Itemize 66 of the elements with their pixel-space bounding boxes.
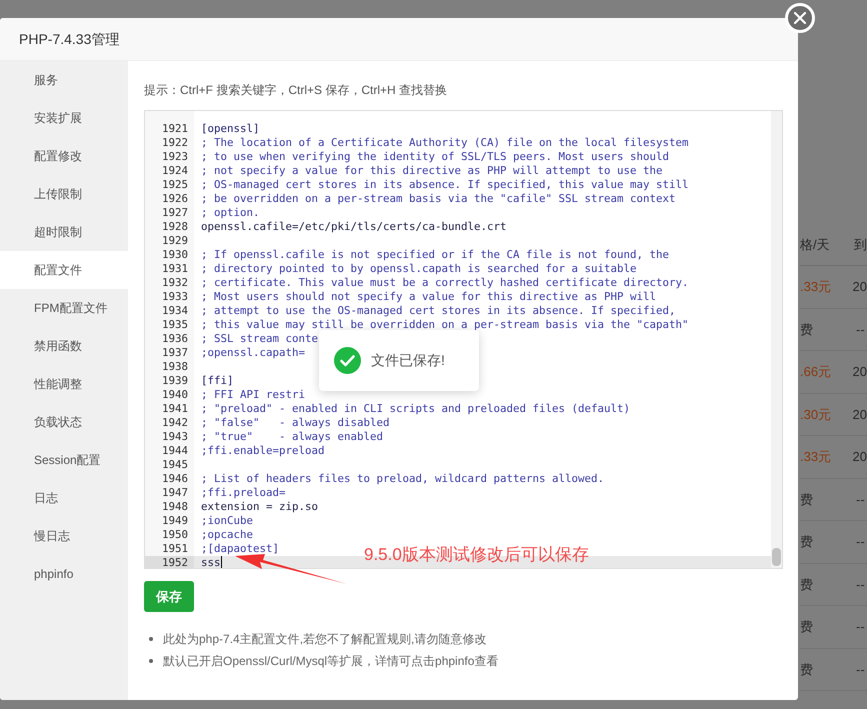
code-line: ; not specify a value for this directive as PHP will attempt to use the (200, 164, 663, 178)
table-cell-text: -- (856, 618, 865, 636)
code-line: openssl.cafile=/etc/pki/tls/certs/ca-bundle.crt (200, 220, 507, 234)
table-cell-text: 20 (852, 406, 867, 424)
close-button[interactable] (785, 3, 815, 33)
bullet-icon (149, 659, 153, 663)
code-line: ; Most users should not specify a value for this directive as PHP will (200, 290, 656, 304)
code-line: [openssl] (200, 122, 260, 136)
code-line: ; this value may still be overridden on a per-stream basis via the "capath" (200, 318, 689, 332)
code-line: ;[dapaotest] (200, 542, 280, 556)
column-header: 到 (854, 236, 867, 254)
code-line: ; List of headers files to preload, wildcard patterns allowed. (200, 472, 604, 486)
hint-text: 提示：Ctrl+F 搜索关键字，Ctrl+S 保存，Ctrl+H 查找替换 (144, 82, 448, 99)
code-line: ; attempt to use the OS-managed cert stores in its absence. If specified, (200, 304, 676, 318)
code-line: ; If openssl.cafile is not specified or if the CA file is not found, the (200, 248, 670, 262)
code-line: [ffi] (200, 374, 234, 388)
table-cell-text: .33元 (800, 448, 832, 466)
note-text: 此处为php-7.4主配置文件,若您不了解配置规则,请勿随意修改 (163, 631, 486, 648)
table-cell-text: 费 (800, 618, 814, 636)
toast-message: 文件已保存! (371, 351, 445, 370)
close-icon (794, 12, 806, 24)
table-cell-text: .66元 (800, 363, 832, 381)
table-cell-text: .30元 (800, 406, 832, 424)
annotation-text: 9.5.0版本测试修改后可以保存 (364, 544, 589, 566)
code-line: ;ffi.enable=preload (200, 444, 325, 458)
table-cell-text: .33元 (800, 278, 832, 296)
code-line: ; SSL stream conte (200, 332, 318, 346)
table-cell-text: -- (856, 320, 865, 338)
code-line: ;ffi.preload= (200, 486, 286, 500)
table-cell-text: 费 (800, 320, 814, 338)
table-cell-text: 20 (852, 278, 867, 296)
table-cell-text: 费 (800, 576, 814, 594)
code-line: ;ionCube (200, 514, 254, 528)
code-line: ;openssl.capath= (200, 346, 306, 360)
code-line: ; certificate. This value must be a correctly hashed certificate directory. (200, 276, 689, 290)
bullet-icon (149, 637, 153, 641)
code-line: ; "preload" - enabled in CLI scripts and preloaded files (default) (200, 402, 630, 416)
check-circle-icon (334, 347, 361, 374)
code-line: ; to use when verifying the identity of SSL/TLS peers. Most users should (200, 150, 670, 164)
note-text: 默认已开启Openssl/Curl/Mysql等扩展，详情可点击phpinfo查看 (163, 653, 498, 670)
text-cursor (220, 556, 222, 568)
code-line: ; directory pointed to by openssl.capath is searched for a suitable (200, 262, 637, 276)
code-line: ; "false" - always disabled (200, 416, 390, 430)
table-cell-text: 20 (852, 363, 867, 381)
table-cell-text: -- (856, 576, 865, 594)
table-cell-text: 费 (800, 533, 814, 551)
line-number: 1952 (145, 556, 194, 568)
table-cell-text: -- (856, 660, 865, 678)
table-cell-text: -- (856, 490, 865, 508)
scrollbar-thumb[interactable] (772, 548, 781, 566)
table-cell-text: -- (856, 533, 865, 551)
table-cell-text: 费 (800, 490, 814, 508)
code-line: extension = zip.so (200, 500, 318, 514)
table-cell-text: 20 (852, 448, 867, 466)
code-line: ; be overridden on a per-stream basis via the "cafile" SSL stream context (200, 192, 676, 206)
code-line: ; "true" - always enabled (200, 430, 384, 444)
code-line: ; OS-managed cert stores in its absence. If specified, this value may still (200, 178, 689, 192)
dialog-title: PHP-7.4.33管理 (19, 30, 120, 48)
code-line: sss (200, 556, 221, 568)
code-line: ;opcache (200, 528, 254, 542)
column-header: 格/天 (800, 236, 831, 254)
code-line: ; The location of a Certificate Authority (CA) file on the local filesystem (200, 136, 689, 150)
table-cell-text: 费 (800, 660, 814, 678)
code-line: ; FFI API restri (200, 388, 306, 402)
sidebar-item[interactable]: 配置文件 (0, 251, 128, 289)
code-line: ; option. (200, 206, 260, 220)
